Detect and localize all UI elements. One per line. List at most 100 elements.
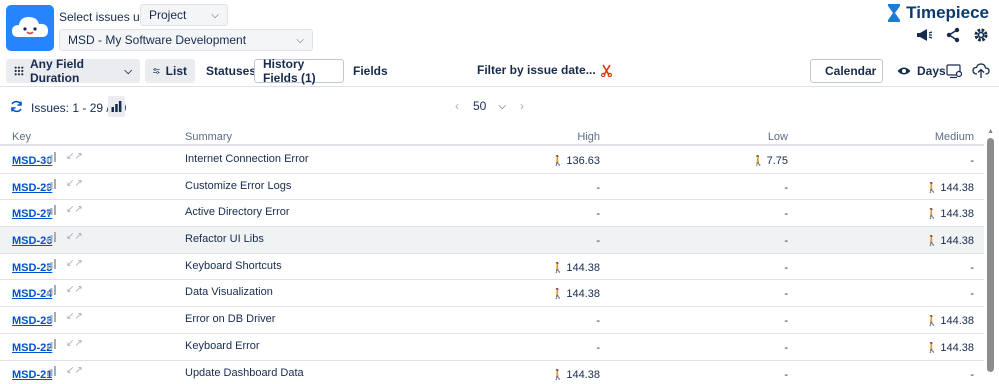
project-select-value: MSD - My Software Development [68,33,247,47]
low-duration-cell-value: - [784,181,788,194]
medium-duration-cell-value: - [970,368,974,381]
expand-icon[interactable]: ↙↗ [66,231,83,242]
expand-icon[interactable]: ↙↗ [66,311,83,322]
share-icon[interactable] [945,27,961,43]
bar-chart-icon[interactable] [47,232,57,243]
next-page-icon[interactable]: › [520,99,524,113]
issue-summary: Update Dashboard Data [185,366,304,379]
bar-chart-icon[interactable] [47,152,57,162]
table-body: MSD-30 ↙↗ Internet Connection Error 🚶 136.63… [0,147,984,384]
medium-duration-cell: 🚶 144.38 [926,315,974,327]
table-row[interactable]: MSD-25 ↙↗ Keyboard Shortcuts 🚶 144.38- - [0,254,984,281]
days-label: Days [917,64,946,78]
mode-select[interactable]: Project ⌵ [140,4,228,26]
expand-icon[interactable]: ↙↗ [66,338,83,349]
high-duration-cell: 🚶 136.63 [552,155,600,167]
table-row[interactable]: MSD-30 ↙↗ Internet Connection Error 🚶 136.63… [0,147,984,174]
medium-duration-cell-value: - [970,288,974,301]
column-header-high[interactable]: High [577,131,600,143]
duration-dropdown-button[interactable]: Any Field Duration ⌵ [6,57,140,85]
low-duration-cell-value: - [784,235,788,248]
expand-icon[interactable]: ↙↗ [66,151,83,162]
column-header-low[interactable]: Low [768,131,788,143]
table-row[interactable]: MSD-22 ↙↗ Keyboard Error - - 🚶 144.38 [0,334,984,361]
expand-icon[interactable]: ↙↗ [66,204,83,215]
brand-name: Timepiece [906,3,989,22]
medium-duration-cell: - [970,155,974,167]
issue-summary: Error on DB Driver [185,313,276,326]
toolbar: Any Field Duration ⌵ List Statuses Histo… [0,57,999,86]
scroll-up-icon[interactable]: ▲ [987,128,994,135]
megaphone-icon[interactable] [915,27,933,43]
walking-icon: 🚶 [925,209,939,221]
cloud-upload-icon[interactable] [972,63,990,79]
duration-dropdown-label: Any Field Duration [29,57,84,85]
table-row[interactable]: MSD-27 ↙↗ Active Directory Error - - 🚶 144.38 [0,200,984,228]
prev-page-icon[interactable]: ‹ [455,99,459,113]
table-row[interactable]: MSD-23 ↙↗ Error on DB Driver - - 🚶 144.38 [0,307,984,334]
walking-icon: 🚶 [925,342,939,354]
bar-chart-icon[interactable] [47,205,57,216]
low-duration-cell: - [784,182,788,194]
pager: ‹ 50 ⌵ › [455,99,524,113]
expand-icon[interactable]: ↙↗ [66,365,83,376]
walking-icon: 🚶 [752,156,765,167]
table-row[interactable]: MSD-24 ↙↗ Data Visualization 🚶 144.38- - [0,280,984,308]
bar-chart-icon[interactable] [47,258,57,269]
list-view-label: List [165,64,187,78]
table-row[interactable]: MSD-29 ↙↗ Customize Error Logs - - 🚶 144.38 [0,174,984,201]
low-duration-cell: - [784,208,788,220]
bar-chart-icon[interactable] [47,365,57,376]
bar-chart-icon[interactable] [47,178,57,189]
medium-duration-cell-value: - [970,261,974,274]
refresh-icon[interactable] [10,100,23,113]
gear-icon[interactable] [973,27,989,43]
expand-icon[interactable]: ↙↗ [66,178,83,189]
list-view-button[interactable]: List [145,59,195,83]
filter-by-date-button[interactable]: Filter by issue date... [477,63,612,77]
high-duration-cell: - [596,235,600,247]
tab-history-fields-label: History Fields (1) [263,57,316,85]
column-header-summary[interactable]: Summary [185,131,232,143]
scrollbar-thumb[interactable] [987,138,994,372]
low-duration-cell-value: - [784,208,788,221]
table-row[interactable]: MSD-21 ↙↗ Update Dashboard Data 🚶 144.38- - [0,361,984,384]
chevron-down-icon: ⌵ [296,34,304,46]
column-header-key[interactable]: Key [12,131,31,143]
calendar-button[interactable]: Calendar [810,59,883,83]
bar-chart-icon[interactable] [47,338,57,349]
medium-duration-cell-value: 144.38 [940,181,974,194]
screen-settings-icon[interactable] [946,64,963,79]
high-duration-cell-value: - [596,208,600,221]
bar-chart-icon [111,101,122,112]
high-duration-cell: - [596,208,600,220]
walking-icon: 🚶 [925,182,939,194]
medium-duration-cell: 🚶 144.38 [926,182,974,194]
walking-icon: 🚶 [551,369,565,381]
table-row[interactable]: MSD-26 ↙↗ Refactor UI Libs - - 🚶 144.38 [0,227,984,254]
column-header-medium[interactable]: Medium [935,131,974,143]
project-select[interactable]: MSD - My Software Development ⌵ [59,29,313,51]
medium-duration-cell: 🚶 144.38 [926,208,974,220]
walking-icon: 🚶 [925,316,939,328]
low-duration-cell-value: - [784,315,788,328]
page-size-select[interactable]: 50 ⌵ [473,99,506,113]
bar-chart-icon[interactable] [47,312,57,323]
bar-chart-icon[interactable] [47,285,57,296]
high-duration-cell: 🚶 144.38 [552,369,600,381]
chart-toggle-button[interactable] [108,96,125,117]
medium-duration-cell-value: 144.38 [940,341,974,354]
table-header: Key Summary High Low Medium [0,127,984,146]
pagination-bar: Issues: 1 - 29 / 29 ‹ 50 ⌵ › [0,96,999,118]
expand-icon[interactable]: ↙↗ [66,258,83,269]
low-duration-cell-value: 7.75 [766,155,788,167]
tab-history-fields[interactable]: History Fields (1) [254,57,344,85]
medium-duration-cell-value: 144.38 [940,235,974,248]
low-duration-cell: - [784,315,788,327]
days-toggle[interactable]: Days [889,59,954,83]
tab-fields[interactable]: Fields [345,59,396,83]
medium-duration-cell-value: - [970,155,974,167]
calendar-label: Calendar [825,64,877,78]
expand-icon[interactable]: ↙↗ [66,284,83,295]
low-duration-cell-value: - [784,341,788,354]
